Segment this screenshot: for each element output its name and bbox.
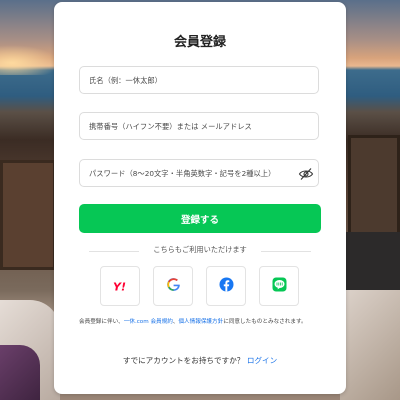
sofa-cushion-right bbox=[340, 290, 400, 400]
login-question: すでにアカウントをお持ちですか？ bbox=[122, 356, 245, 365]
alternative-login-heading: こちらもご利用いただけます bbox=[153, 245, 247, 254]
login-prompt: すでにアカウントをお持ちですか？ ログイン bbox=[54, 355, 346, 366]
alternative-login-divider: こちらもご利用いただけます bbox=[79, 245, 321, 257]
eye-off-icon[interactable] bbox=[298, 166, 314, 180]
google-login-button[interactable] bbox=[153, 266, 193, 306]
terms-prefix: 会員登録に伴い、 bbox=[79, 319, 124, 325]
svg-text:Y!: Y! bbox=[113, 280, 126, 292]
yahoo-icon: Y! bbox=[112, 277, 128, 296]
facebook-icon bbox=[219, 277, 234, 296]
register-button[interactable]: 登録する bbox=[79, 204, 321, 233]
wicker-chair-left bbox=[0, 160, 56, 270]
sunset-glow bbox=[0, 45, 60, 75]
registration-card: 会員登録 登録する こちらもご利用いただけます Y! bbox=[54, 2, 346, 394]
side-table-right bbox=[346, 232, 400, 292]
terms-notice: 会員登録に伴い、一休.com 会員規約、個人情報保護方針に同意したものとみなされ… bbox=[79, 318, 323, 328]
google-icon bbox=[166, 277, 181, 296]
yahoo-login-button[interactable]: Y! bbox=[100, 266, 140, 306]
name-input[interactable] bbox=[79, 66, 319, 94]
facebook-login-button[interactable] bbox=[206, 266, 246, 306]
password-input[interactable] bbox=[79, 159, 319, 187]
divider-line-right bbox=[261, 251, 311, 252]
terms-suffix: に同意したものとみなされます。 bbox=[223, 319, 307, 325]
page-title: 会員登録 bbox=[173, 35, 226, 50]
phone-or-email-input[interactable] bbox=[79, 112, 319, 140]
line-login-button[interactable] bbox=[259, 266, 299, 306]
login-link[interactable]: ログイン bbox=[247, 356, 277, 365]
privacy-policy-link[interactable]: 個人情報保護方針 bbox=[178, 319, 223, 325]
line-icon bbox=[272, 277, 287, 296]
membership-terms-link[interactable]: 一休.com 会員規約 bbox=[124, 319, 173, 325]
pillow-left bbox=[0, 345, 40, 400]
